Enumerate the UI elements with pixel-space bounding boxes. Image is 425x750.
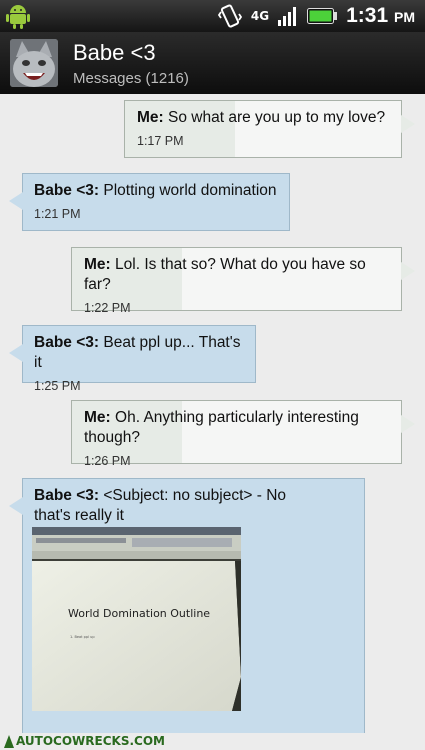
message-sender: Babe <3: bbox=[34, 334, 100, 351]
message-bubble-incoming[interactable]: Babe <3: Plotting world domination 1:21 … bbox=[9, 173, 290, 231]
network-type-label: 4G bbox=[250, 8, 270, 23]
message-sender: Me: bbox=[84, 256, 111, 273]
clock-time: 1:31 bbox=[346, 4, 389, 27]
message-sender: Babe <3: bbox=[34, 487, 100, 504]
mms-photo-attachment[interactable]: World Domination Outline 1. Beat ppl up bbox=[32, 527, 241, 711]
message-bubble-incoming[interactable]: Babe <3: Beat ppl up... That's it 1:25 P… bbox=[9, 325, 256, 393]
conversation-header[interactable]: Babe <3 Messages (1216) bbox=[0, 32, 425, 94]
status-bar: 4G 1:31 PM bbox=[0, 0, 425, 32]
message-thread[interactable]: Me: So what are you up to my love? 1:17 … bbox=[0, 94, 425, 750]
contact-name: Babe <3 bbox=[73, 40, 156, 65]
attachment-document-line: 1. Beat ppl up bbox=[70, 635, 95, 639]
messages-count: Messages (1216) bbox=[73, 70, 189, 87]
message-sender: Babe <3: bbox=[34, 182, 100, 199]
bubble-tail bbox=[9, 344, 23, 362]
message-text: Oh. Anything particularly interesting th… bbox=[84, 409, 359, 446]
contact-avatar[interactable] bbox=[10, 39, 58, 87]
watermark-text: AUTOCOWRECKS.COM bbox=[16, 734, 165, 748]
attachment-document-title: World Domination Outline bbox=[68, 607, 210, 620]
message-bubble-outgoing[interactable]: Me: Oh. Anything particularly interestin… bbox=[71, 400, 415, 468]
message-sender: Me: bbox=[84, 409, 111, 426]
message-bubble-outgoing[interactable]: Me: Lol. Is that so? What do you have so… bbox=[71, 247, 415, 315]
clock-ampm: PM bbox=[394, 9, 415, 25]
message-time: 1:22 PM bbox=[84, 301, 131, 315]
message-time: 1:26 PM bbox=[84, 454, 131, 468]
watermark-logo-icon bbox=[4, 735, 14, 748]
bubble-tail bbox=[9, 497, 23, 515]
signal-strength-icon bbox=[278, 7, 297, 26]
battery-icon bbox=[307, 8, 338, 24]
message-bubble-incoming-mms[interactable]: Babe <3: <Subject: no subject> - No that… bbox=[9, 478, 365, 750]
message-sender: Me: bbox=[137, 109, 164, 126]
bubble-tail bbox=[401, 415, 415, 433]
vibrate-icon bbox=[217, 4, 242, 28]
message-time: 1:17 PM bbox=[137, 134, 184, 148]
cat-photo-icon bbox=[10, 39, 58, 87]
message-time: 1:21 PM bbox=[34, 207, 81, 221]
android-notification-icon bbox=[6, 5, 30, 29]
message-text: Plotting world domination bbox=[103, 182, 277, 199]
message-bubble-outgoing[interactable]: Me: So what are you up to my love? 1:17 … bbox=[124, 100, 415, 158]
watermark-bar: AUTOCOWRECKS.COM bbox=[0, 733, 425, 750]
bubble-tail bbox=[401, 115, 415, 133]
message-text: Lol. Is that so? What do you have so far… bbox=[84, 256, 366, 293]
status-clock: 1:31 PM bbox=[346, 4, 415, 28]
message-text: So what are you up to my love? bbox=[168, 109, 386, 126]
bubble-tail bbox=[9, 192, 23, 210]
message-time: 1:25 PM bbox=[34, 379, 81, 393]
bubble-tail bbox=[401, 262, 415, 280]
